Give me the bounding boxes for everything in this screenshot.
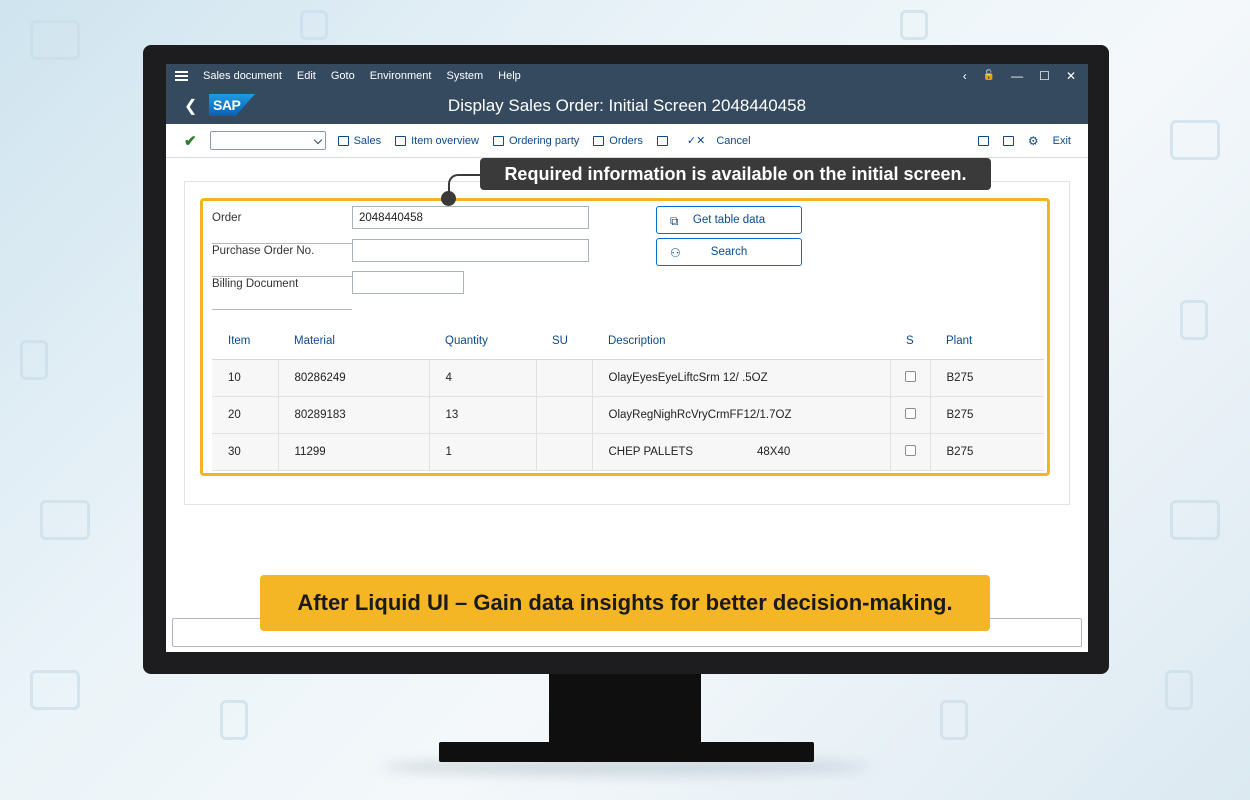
- toolbar-sales-label: Sales: [353, 134, 382, 147]
- callout-tooltip: Required information is available on the…: [480, 158, 991, 190]
- toolbar-item-overview-label: Item overview: [411, 134, 479, 147]
- monitor-base: [439, 742, 814, 762]
- menu-sales-document[interactable]: Sales document: [203, 70, 282, 82]
- window-icon[interactable]: [1002, 135, 1014, 146]
- back-arrow-icon[interactable]: ❮: [184, 96, 197, 116]
- toolbar-orders-label: Orders: [609, 134, 643, 147]
- toolbar-info-button[interactable]: [656, 135, 673, 146]
- toolbar-sales-button[interactable]: Sales: [337, 134, 382, 147]
- document-icon: [395, 135, 407, 146]
- maximize-icon[interactable]: ☐: [1039, 69, 1050, 83]
- toolbar-cancel-button[interactable]: ✓✕ Cancel: [686, 134, 751, 148]
- cancel-icon: ✓✕: [686, 135, 706, 147]
- close-icon[interactable]: ✕: [1066, 69, 1076, 83]
- page-title: Display Sales Order: Initial Screen 2048…: [447, 95, 807, 115]
- title-bar: ❮ SAP Display Sales Order: Initial Scree…: [166, 87, 1088, 124]
- exit-button[interactable]: Exit: [1053, 135, 1071, 147]
- menu-bar: Sales document Edit Goto Environment Sys…: [166, 64, 1088, 87]
- window-controls: ‹ 🔓 — ☐ ✕: [963, 69, 1088, 83]
- grid-icon: [593, 135, 605, 146]
- sap-window: Sales document Edit Goto Environment Sys…: [166, 64, 1088, 652]
- settings-icon[interactable]: ⚙: [1028, 134, 1039, 148]
- toolbar-ordering-party-label: Ordering party: [508, 134, 580, 147]
- promo-banner: After Liquid UI – Gain data insights for…: [260, 575, 990, 631]
- callout-dot: [441, 191, 456, 206]
- toolbar-cancel-label: Cancel: [716, 134, 751, 147]
- minimize-icon[interactable]: —: [1011, 69, 1023, 83]
- highlight-frame: [200, 198, 1050, 476]
- toolbar-item-overview-button[interactable]: Item overview: [395, 135, 479, 147]
- menu-goto[interactable]: Goto: [331, 70, 355, 82]
- toolbar-ordering-party-button[interactable]: Ordering party: [492, 134, 580, 147]
- info-icon: [656, 135, 668, 146]
- layout-icon[interactable]: [977, 135, 989, 146]
- application-toolbar: ✔ Sales Item overview Ordering party Ord…: [166, 124, 1088, 158]
- toolbar-orders-button[interactable]: Orders: [593, 135, 643, 147]
- toolbar-right-group: ⚙ Exit: [977, 134, 1088, 148]
- document-icon: [337, 135, 349, 146]
- menu-environment[interactable]: Environment: [370, 70, 432, 82]
- menu-system[interactable]: System: [446, 70, 483, 82]
- document-icon: [492, 135, 504, 146]
- menu-edit[interactable]: Edit: [297, 70, 316, 82]
- chevron-left-icon[interactable]: ‹: [963, 69, 967, 83]
- checkmark-icon[interactable]: ✔: [184, 132, 197, 150]
- hamburger-menu-icon[interactable]: [175, 70, 188, 81]
- monitor-stand: [549, 673, 701, 745]
- menu-help[interactable]: Help: [498, 70, 521, 82]
- unlock-icon[interactable]: 🔓: [983, 70, 995, 81]
- command-dropdown[interactable]: [209, 131, 326, 150]
